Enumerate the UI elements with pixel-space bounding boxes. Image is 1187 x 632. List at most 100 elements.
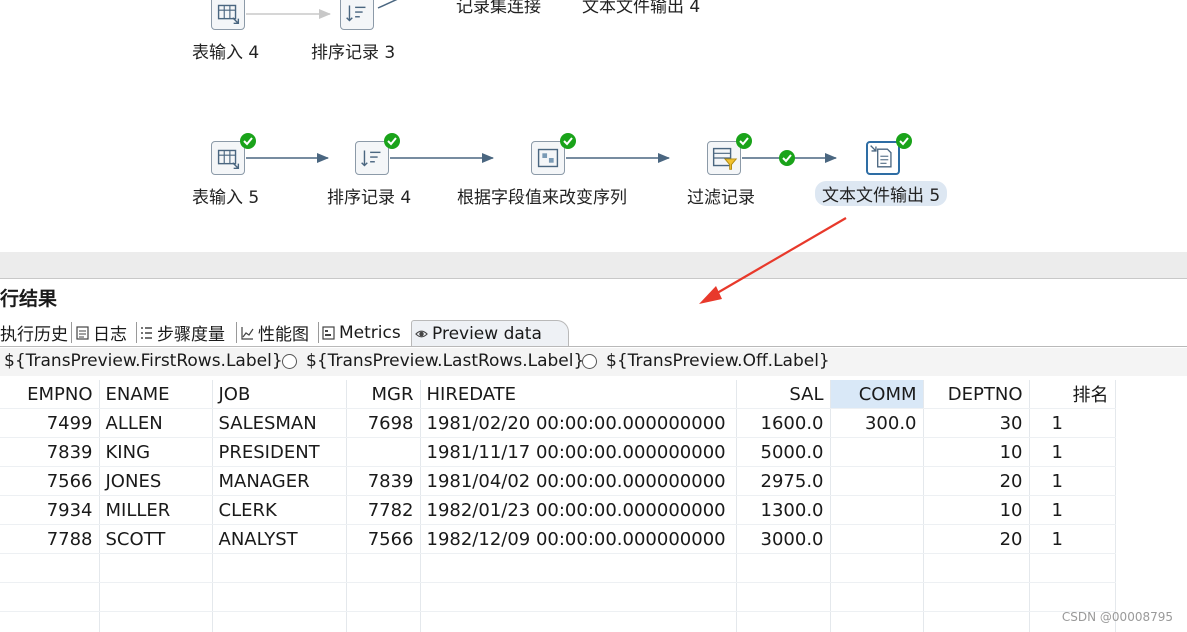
column-header-mgr[interactable]: MGR bbox=[346, 380, 421, 409]
cell-mgr[interactable] bbox=[346, 437, 421, 467]
radio-last-rows-label[interactable]: ${TransPreview.LastRows.Label} bbox=[306, 351, 584, 371]
cell-empno[interactable]: 7934 bbox=[0, 495, 100, 525]
cell-hiredate[interactable]: 1981/11/17 00:00:00.000000000 bbox=[420, 437, 737, 467]
table-header-row: EMPNO ENAME JOB MGR HIREDATE SAL COMM DE… bbox=[0, 380, 1116, 409]
cell-comm[interactable] bbox=[830, 524, 924, 554]
cell-sal[interactable]: 1300.0 bbox=[736, 495, 831, 525]
cell-hiredate[interactable]: 1981/04/02 00:00:00.000000000 bbox=[420, 466, 737, 496]
column-header-ename[interactable]: ENAME bbox=[99, 380, 213, 409]
column-header-rank[interactable]: 排名 bbox=[1029, 380, 1116, 409]
cell-sal[interactable]: 3000.0 bbox=[736, 524, 831, 554]
step-sort-rows-3[interactable] bbox=[340, 0, 374, 30]
table-row[interactable]: 7566 JONES MANAGER 7839 1981/04/02 00:00… bbox=[0, 466, 1116, 496]
radio-last-rows[interactable] bbox=[282, 354, 297, 369]
column-header-sal[interactable]: SAL bbox=[736, 380, 831, 409]
cell-job[interactable]: SALESMAN bbox=[212, 408, 347, 438]
cell-deptno[interactable]: 20 bbox=[923, 524, 1030, 554]
column-header-deptno[interactable]: DEPTNO bbox=[923, 380, 1030, 409]
cell-rank[interactable]: 1 bbox=[1029, 524, 1116, 554]
tab-label: 日志 bbox=[93, 325, 127, 345]
column-header-empno[interactable]: EMPNO bbox=[0, 380, 100, 409]
cell-deptno[interactable]: 30 bbox=[923, 408, 1030, 438]
radio-off-label[interactable]: ${TransPreview.Off.Label} bbox=[606, 351, 830, 371]
hop-row1-2[interactable] bbox=[377, 0, 400, 9]
cell-job[interactable]: ANALYST bbox=[212, 524, 347, 554]
watermark: CSDN @00008795 bbox=[1061, 610, 1173, 624]
cell-empno[interactable]: 7499 bbox=[0, 408, 100, 438]
cell-deptno[interactable]: 10 bbox=[923, 437, 1030, 467]
cell-rank[interactable]: 1 bbox=[1029, 495, 1116, 525]
transformation-canvas[interactable]: 表输入 4 排序记录 3 记录集连接 文本文件输出 4 表输入 5 排序记录 4… bbox=[0, 0, 1187, 252]
cell-hiredate[interactable]: 1982/12/09 00:00:00.000000000 bbox=[420, 524, 737, 554]
cell-job[interactable]: PRESIDENT bbox=[212, 437, 347, 467]
hop-ok-icon bbox=[779, 150, 795, 166]
table-row[interactable]: 7839 KING PRESIDENT 1981/11/17 00:00:00.… bbox=[0, 437, 1116, 467]
column-header-hiredate[interactable]: HIREDATE bbox=[420, 380, 737, 409]
cell-comm[interactable] bbox=[830, 437, 924, 467]
tab-preview-data[interactable]: Preview data bbox=[411, 320, 569, 346]
step-label: 过滤记录 bbox=[687, 188, 755, 208]
panel-title: 行结果 bbox=[0, 288, 58, 310]
empty-row bbox=[0, 582, 1116, 612]
cell-comm[interactable] bbox=[830, 466, 924, 496]
tab-label: 执行历史 bbox=[0, 325, 68, 345]
tab-step-metrics[interactable]: 步骤度量 bbox=[140, 320, 225, 345]
table-input-icon bbox=[217, 4, 240, 25]
cell-sal[interactable]: 5000.0 bbox=[736, 437, 831, 467]
cell-empno[interactable]: 7839 bbox=[0, 437, 100, 467]
preview-data-grid[interactable]: EMPNO ENAME JOB MGR HIREDATE SAL COMM DE… bbox=[0, 380, 1187, 632]
table-row[interactable]: 7934 MILLER CLERK 7782 1982/01/23 00:00:… bbox=[0, 495, 1116, 525]
column-header-job[interactable]: JOB bbox=[212, 380, 347, 409]
cell-comm[interactable]: 300.0 bbox=[830, 408, 924, 438]
cell-mgr[interactable]: 7839 bbox=[346, 466, 421, 496]
cell-job[interactable]: CLERK bbox=[212, 495, 347, 525]
cell-ename[interactable]: ALLEN bbox=[99, 408, 213, 438]
tab-label: Metrics bbox=[339, 322, 401, 343]
tab-divider bbox=[236, 322, 237, 343]
step-label: 文本文件输出 4 bbox=[582, 0, 701, 17]
cell-sal[interactable]: 2975.0 bbox=[736, 466, 831, 496]
tab-execution-history[interactable]: 执行历史 bbox=[0, 320, 68, 345]
cell-ename[interactable]: MILLER bbox=[99, 495, 213, 525]
table-row[interactable]: 7788 SCOTT ANALYST 7566 1982/12/09 00:00… bbox=[0, 524, 1116, 554]
cell-mgr[interactable]: 7782 bbox=[346, 495, 421, 525]
tab-log[interactable]: 日志 bbox=[76, 320, 127, 345]
radio-first-rows-label[interactable]: ${TransPreview.FirstRows.Label} bbox=[4, 351, 283, 371]
step-label: 记录集连接 bbox=[456, 0, 541, 17]
empty-row bbox=[0, 611, 1116, 632]
cell-sal[interactable]: 1600.0 bbox=[736, 408, 831, 438]
tab-label: 性能图 bbox=[258, 325, 309, 345]
tab-performance-chart[interactable]: 性能图 bbox=[241, 320, 309, 345]
panel-splitter[interactable] bbox=[0, 252, 1187, 279]
tab-label: 步骤度量 bbox=[157, 325, 225, 345]
radio-off[interactable] bbox=[582, 354, 597, 369]
cell-mgr[interactable]: 7698 bbox=[346, 408, 421, 438]
cell-ename[interactable]: KING bbox=[99, 437, 213, 467]
cell-hiredate[interactable]: 1981/02/20 00:00:00.000000000 bbox=[420, 408, 737, 438]
cell-empno[interactable]: 7788 bbox=[0, 524, 100, 554]
table-row[interactable]: 7499 ALLEN SALESMAN 7698 1981/02/20 00:0… bbox=[0, 408, 1116, 438]
cell-deptno[interactable]: 20 bbox=[923, 466, 1030, 496]
tab-divider bbox=[318, 322, 319, 343]
tab-label: Preview data bbox=[432, 323, 542, 344]
cell-comm[interactable] bbox=[830, 495, 924, 525]
step-table-input-4[interactable] bbox=[211, 0, 245, 30]
cell-rank[interactable]: 1 bbox=[1029, 466, 1116, 496]
column-header-comm[interactable]: COMM bbox=[830, 380, 924, 409]
hop-layer bbox=[246, 0, 837, 166]
cell-ename[interactable]: JONES bbox=[99, 466, 213, 496]
step-metrics-icon bbox=[141, 326, 152, 339]
cell-hiredate[interactable]: 1982/01/23 00:00:00.000000000 bbox=[420, 495, 737, 525]
cell-rank[interactable]: 1 bbox=[1029, 408, 1116, 438]
log-icon bbox=[76, 325, 89, 340]
step-label: 表输入 5 bbox=[192, 188, 260, 208]
cell-mgr[interactable]: 7566 bbox=[346, 524, 421, 554]
cell-deptno[interactable]: 10 bbox=[923, 495, 1030, 525]
ok-icon bbox=[896, 133, 912, 149]
cell-rank[interactable]: 1 bbox=[1029, 437, 1116, 467]
cell-empno[interactable]: 7566 bbox=[0, 466, 100, 496]
table-body: 7499 ALLEN SALESMAN 7698 1981/02/20 00:0… bbox=[0, 408, 1116, 632]
cell-ename[interactable]: SCOTT bbox=[99, 524, 213, 554]
cell-job[interactable]: MANAGER bbox=[212, 466, 347, 496]
tab-metrics[interactable]: Metrics bbox=[322, 320, 401, 345]
